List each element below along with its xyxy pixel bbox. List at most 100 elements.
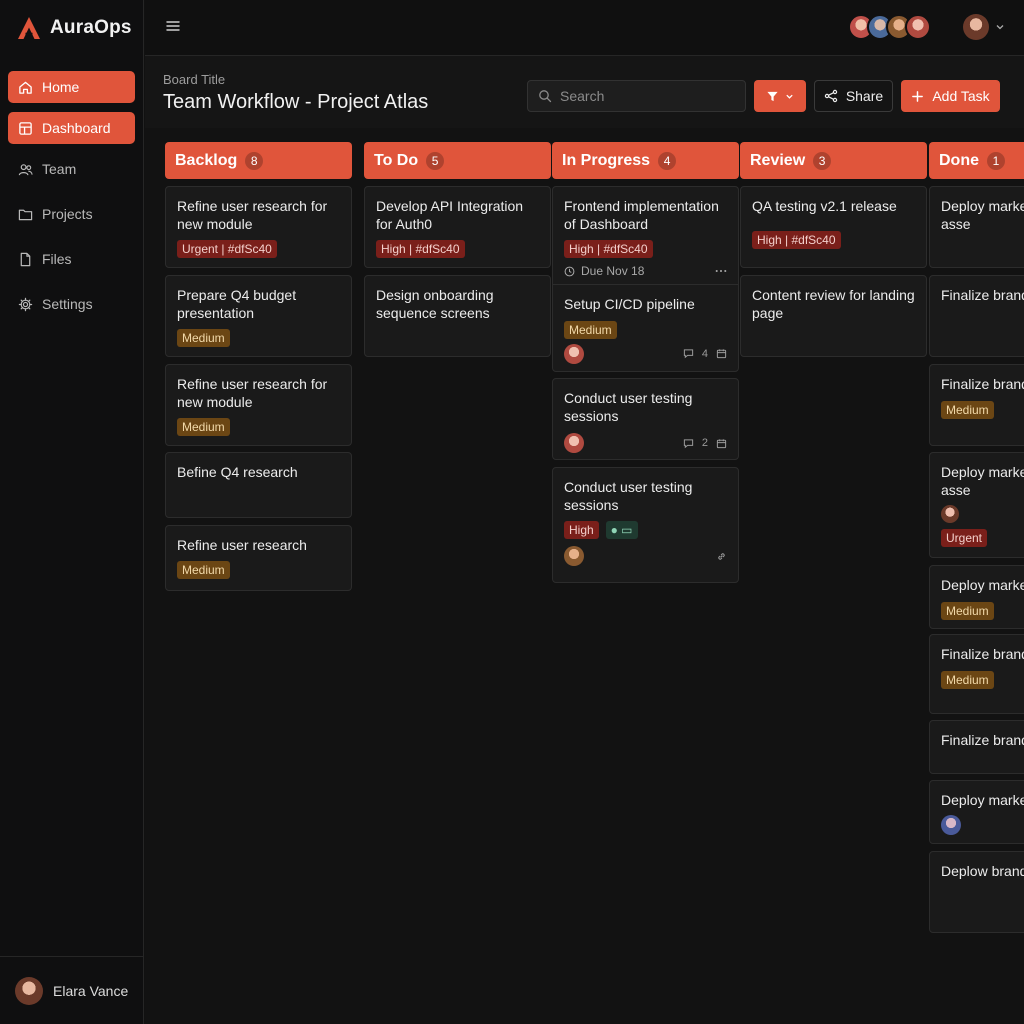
column-header[interactable]: Done 1 — [929, 142, 1024, 179]
card-title: Deploy marketi campaign asse — [941, 464, 1024, 498]
avatar — [963, 14, 989, 40]
column-header[interactable]: To Do 5 — [364, 142, 551, 179]
home-icon — [19, 81, 32, 94]
gear-icon — [18, 297, 33, 311]
sidebar-item-settings[interactable]: Settings — [8, 288, 135, 320]
add-task-button[interactable]: Add Task — [901, 80, 1000, 112]
task-card[interactable]: Refine user research Medium — [165, 525, 352, 591]
task-card[interactable]: Deploy marketi campaign asse Urgent — [929, 452, 1024, 558]
current-user-menu[interactable] — [963, 14, 1005, 40]
card-title: Deploy marketi — [941, 577, 1024, 593]
calendar-icon — [716, 438, 727, 448]
comment-icon — [683, 438, 694, 448]
sidebar-item-dashboard[interactable]: Dashboard — [8, 112, 135, 144]
share-button[interactable]: Share — [814, 80, 893, 112]
search-input[interactable]: Search — [527, 80, 746, 112]
column-count: 8 — [245, 151, 264, 170]
card-title: Finalize brandi guidelines — [941, 287, 1024, 303]
sidebar-item-team[interactable]: Team — [8, 153, 135, 185]
card-title: Befine Q4 research — [177, 464, 298, 480]
avatar — [15, 976, 43, 1005]
sidebar-item-projects[interactable]: Projects — [8, 198, 135, 230]
task-card[interactable]: Deploy marketi — [929, 780, 1024, 844]
sidebar-item-label: Projects — [42, 206, 93, 222]
task-card[interactable]: Finalize brandi guidelines Medium — [929, 634, 1024, 714]
task-card[interactable]: Develop API Integration for Auth0 High |… — [364, 186, 551, 268]
task-card[interactable]: Finalize brandi guidelines Medium — [929, 364, 1024, 446]
column-title: Review — [750, 151, 806, 169]
share-icon — [824, 89, 838, 103]
menu-icon[interactable] — [165, 18, 181, 34]
task-card[interactable]: Deploy marketi Medium — [929, 565, 1024, 629]
avatar — [564, 433, 584, 453]
avatar — [905, 14, 931, 40]
priority-badge: Urgent | #dfSc40 — [177, 240, 277, 258]
page-title: Team Workflow - Project Atlas — [163, 91, 429, 113]
avatar — [941, 814, 961, 835]
brand[interactable]: AuraOps — [16, 14, 132, 42]
priority-badge: Medium — [941, 670, 994, 689]
filter-button[interactable] — [754, 80, 806, 112]
sidebar-item-files[interactable]: Files — [8, 243, 135, 275]
chevron-down-icon — [786, 94, 793, 99]
board-header: Board Title Team Workflow - Project Atla… — [145, 56, 1024, 128]
user-profile[interactable]: Elara Vance — [0, 956, 144, 1024]
more-icon[interactable] — [715, 269, 727, 273]
task-card[interactable]: Finalize brandi — [929, 720, 1024, 774]
team-avatars[interactable] — [848, 14, 931, 40]
task-card[interactable]: Refine user research for new module Medi… — [165, 364, 352, 446]
card-title: Finalize brandi guidelines — [941, 646, 1024, 662]
search-icon — [539, 90, 552, 103]
dashboard-icon — [19, 121, 32, 135]
aura-logo-icon — [18, 17, 40, 39]
task-card[interactable]: Befine Q4 research — [165, 452, 352, 518]
task-card[interactable]: Conduct user testing sessions 2 — [552, 378, 739, 460]
column-count: 5 — [426, 151, 445, 170]
app-name: AuraOps — [50, 17, 132, 38]
card-title: Refine user research for new module — [177, 198, 328, 232]
priority-badge: High | #dfSc40 — [564, 240, 653, 258]
column-header[interactable]: Review 3 — [740, 142, 927, 179]
sidebar-item-label: Files — [42, 251, 72, 267]
folder-icon — [18, 209, 33, 220]
card-title: Conduct user testing sessions — [564, 390, 693, 424]
sidebar-item-home[interactable]: Home — [8, 71, 135, 103]
column-header[interactable]: In Progress 4 — [552, 142, 739, 179]
task-card[interactable]: Finalize brandi guidelines — [929, 275, 1024, 357]
task-card[interactable]: QA testing v2.1 release High | #dfSc40 — [740, 186, 927, 268]
card-title: Frontend implementation of Dashboard — [564, 198, 719, 232]
column-count: 4 — [658, 151, 677, 170]
column-title: To Do — [374, 151, 419, 169]
task-card[interactable]: Setup CI/CD pipeline Medium 4 — [552, 284, 739, 372]
priority-badge: Urgent — [941, 529, 988, 547]
task-card[interactable]: Conduct user testing sessions High ● ▭ — [552, 467, 739, 583]
share-label: Share — [845, 88, 884, 104]
card-title: Deplow brandi guidelines — [941, 863, 1024, 879]
task-card[interactable]: Frontend implementation of Dashboard Hig… — [552, 186, 739, 284]
task-card[interactable]: Prepare Q4 budget presentation Medium — [165, 275, 352, 357]
filter-icon — [767, 91, 778, 101]
column-header[interactable]: Backlog 8 — [165, 142, 352, 179]
task-card[interactable]: Design onboarding sequence screens — [364, 275, 551, 357]
avatar — [564, 546, 584, 566]
task-card[interactable]: Content review for landing page — [740, 275, 927, 357]
column-review: Review 3 QA testing v2.1 release High | … — [740, 142, 927, 742]
clock-icon — [564, 266, 575, 276]
user-name: Elara Vance — [53, 982, 129, 999]
priority-badge: Medium — [177, 560, 230, 579]
task-card[interactable]: Deplow brandi guidelines — [929, 851, 1024, 933]
sidebar: AuraOps Home Dashboard Team Projects Fil… — [0, 0, 144, 1024]
card-title: Setup CI/CD pipeline — [564, 296, 695, 312]
column-title: In Progress — [562, 151, 651, 169]
add-task-label: Add Task — [932, 88, 990, 104]
top-bar — [145, 0, 1024, 56]
link-icon[interactable] — [716, 551, 727, 562]
card-title: Finalize brandi guidelines — [941, 376, 1024, 392]
sidebar-item-label: Settings — [42, 296, 93, 312]
task-card[interactable]: Refine user research for new module Urge… — [165, 186, 352, 268]
card-title: Content review for landing page — [752, 287, 915, 321]
task-card[interactable]: Deploy marketi campaign asse — [929, 186, 1024, 268]
comment-icon — [683, 349, 694, 359]
column-count: 1 — [987, 151, 1005, 170]
board-subtitle: Board Title — [163, 72, 226, 87]
